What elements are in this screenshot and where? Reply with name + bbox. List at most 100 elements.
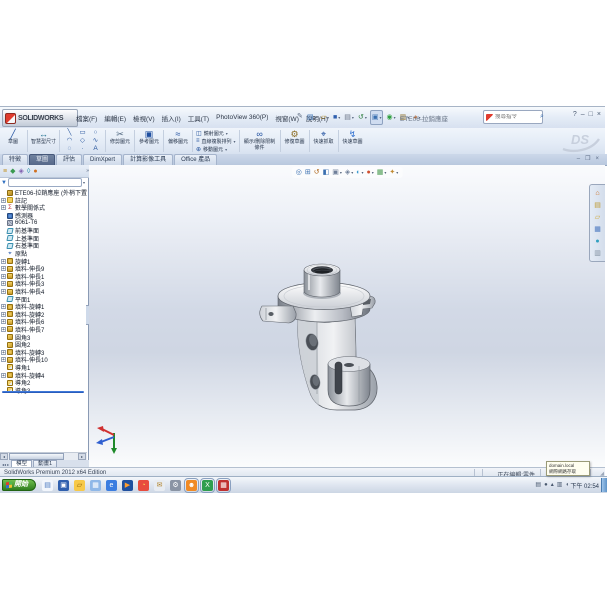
tree-item-右基準面[interactable]: 右基準面	[1, 242, 87, 250]
close-icon[interactable]: ×	[597, 111, 601, 119]
tree-item-填料-旋轉1[interactable]: +填料-旋轉1	[1, 303, 87, 311]
show-desktop-button[interactable]	[601, 478, 607, 492]
offset-entities-button[interactable]: ≈偏移圖元	[165, 128, 191, 154]
rebuild-button[interactable]: ◉▾	[385, 111, 396, 124]
line-tool-icon[interactable]: ╲	[63, 129, 76, 137]
settings-taskbar-icon[interactable]: ⚙	[170, 480, 181, 491]
view-orientation-button[interactable]: ▣▾	[332, 168, 342, 177]
messenger-taskbar-icon[interactable]: ☻	[186, 480, 197, 491]
appearances-scenes-tab-icon[interactable]: ●	[595, 237, 599, 246]
save-button[interactable]: ■▾	[332, 111, 341, 124]
tree-item-填料-伸長6[interactable]: +填料-伸長6	[1, 318, 87, 326]
maximize-icon[interactable]: □	[589, 111, 593, 119]
tab-草圖[interactable]: 草圖	[29, 154, 55, 165]
tab-特徵[interactable]: 特徵	[2, 154, 28, 165]
expand-icon[interactable]: +	[1, 319, 6, 324]
doc-close-icon[interactable]: ×	[595, 155, 599, 163]
solidworks-running-taskbar-icon[interactable]: ▦	[218, 480, 229, 491]
tree-item-上基準面[interactable]: 上基準面	[1, 235, 87, 243]
menu-item-0[interactable]: 檔案(F)	[76, 113, 97, 123]
view-settings-button[interactable]: ✦▾	[389, 168, 398, 177]
search-icon[interactable]: ⌕	[540, 113, 544, 121]
tree-item-前基準面[interactable]: 前基準面	[1, 227, 87, 235]
move-entities-button[interactable]: ⊕移動圖元▾	[196, 146, 236, 153]
expand-icon[interactable]: +	[1, 350, 6, 355]
chrome-taskbar-icon[interactable]: ◔	[138, 480, 149, 491]
quick-snaps-button[interactable]: ⌖快速抓取	[311, 128, 337, 154]
tab-計算影像工具[interactable]: 計算影像工具	[123, 154, 173, 165]
circle-tool-icon[interactable]: ○	[89, 129, 102, 137]
print-button[interactable]: ▤▾	[343, 111, 355, 124]
tree-item-導角2[interactable]: 導角2	[1, 379, 87, 387]
point-tool-icon[interactable]: ·	[76, 145, 89, 153]
convert-entities-button[interactable]: ▣參考圖元	[136, 128, 162, 154]
tree-item-原點[interactable]: ⌖原點	[1, 250, 87, 258]
zoom-area-button[interactable]: ⊞	[305, 168, 311, 177]
tree-item-導角1[interactable]: 導角1	[1, 364, 87, 372]
apply-scene-button[interactable]: ▦▾	[377, 168, 387, 177]
expand-icon[interactable]: +	[1, 357, 6, 362]
repair-sketch-button[interactable]: ⚙修復草圖	[282, 128, 308, 154]
my-computer-taskbar-icon[interactable]: ▣	[58, 480, 69, 491]
doc-minimize-icon[interactable]: ‒	[577, 155, 580, 163]
solidworks-resources-tab-icon[interactable]: ⌂	[595, 189, 599, 198]
tree-item-填料-旋轉3[interactable]: +填料-旋轉3	[1, 348, 87, 356]
view-palette-tab-icon[interactable]: ▦	[594, 225, 601, 234]
minimize-icon[interactable]: ‒	[581, 111, 585, 119]
text-tool-icon[interactable]: A	[89, 145, 102, 153]
hide-show-items-button[interactable]: ◐▾	[356, 168, 363, 177]
menu-item-5[interactable]: PhotoView 360(P)	[216, 114, 268, 121]
section-view-button[interactable]: ◧	[323, 168, 330, 177]
spreadsheet-taskbar-icon[interactable]: X	[202, 480, 213, 491]
linear-sketch-pattern-button[interactable]: ≡直線複製排列▾	[196, 138, 236, 145]
expand-icon[interactable]: +	[1, 327, 6, 332]
hidden-icons-tray-icon[interactable]: ▴	[551, 481, 554, 489]
tree-item-旋轉1[interactable]: +旋轉1	[1, 257, 87, 265]
filter-caret-icon[interactable]: ▾	[83, 180, 85, 185]
tree-item-填料-伸長7[interactable]: +填料-伸長7	[1, 326, 87, 334]
start-button[interactable]: 開始	[2, 479, 36, 491]
previous-view-button[interactable]: ↺	[314, 168, 320, 177]
expand-icon[interactable]: +	[1, 281, 6, 286]
expand-icon[interactable]: +	[1, 274, 6, 279]
folder-taskbar-icon[interactable]: ▱	[74, 480, 85, 491]
arc-tool-icon[interactable]: ◠	[63, 137, 76, 145]
tree-item-填料-伸長9[interactable]: +填料-伸長9	[1, 265, 87, 273]
part-model[interactable]	[259, 244, 409, 412]
tree-item-圓角3[interactable]: 圓角3	[1, 333, 87, 341]
rapid-sketch-button[interactable]: ↯快速草圖	[340, 128, 366, 154]
scroll-right-icon[interactable]: ▸	[78, 453, 86, 460]
expand-icon[interactable]: +	[1, 312, 6, 317]
tree-item-註記[interactable]: +註記	[1, 197, 87, 205]
media-player-taskbar-icon[interactable]: ▶	[122, 480, 133, 491]
help-icon[interactable]: ?	[573, 111, 577, 119]
pictures-taskbar-icon[interactable]: ▦	[90, 480, 101, 491]
tree-item-填料-伸長4[interactable]: +填料-伸長4	[1, 288, 87, 296]
tab-Office 產品[interactable]: Office 產品	[174, 154, 217, 165]
expand-icon[interactable]: +	[1, 289, 6, 294]
smart-dimension-button[interactable]: ↔智慧型尺寸	[29, 128, 58, 154]
search-input[interactable]	[495, 114, 525, 120]
tree-item-6061-T6[interactable]: 6061-T6	[1, 219, 87, 227]
tree-item-填料-伸長3[interactable]: +填料-伸長3	[1, 280, 87, 288]
filter-input[interactable]	[8, 178, 82, 187]
spline-tool-icon[interactable]: ∿	[89, 137, 102, 145]
internet-explorer-taskbar-icon[interactable]: e	[106, 480, 117, 491]
menu-item-1[interactable]: 編輯(E)	[104, 113, 126, 123]
menu-item-3[interactable]: 插入(I)	[162, 113, 181, 123]
tab-scroll-icons[interactable]: ◂◂ ▸	[2, 462, 9, 467]
tree-item-平面1[interactable]: 平面1	[1, 295, 87, 303]
configurationmanager-tab-icon[interactable]: ◈	[18, 167, 23, 176]
displaymanager-tab-icon[interactable]: ●	[33, 167, 37, 176]
display-delete-relations-button[interactable]: ∞顯示/刪除限制條件	[241, 128, 279, 154]
file-explorer-tab-icon[interactable]: ▱	[595, 213, 600, 222]
expand-icon[interactable]: +	[1, 259, 6, 264]
pin-icon[interactable]: ✎	[297, 112, 303, 120]
dimxpertmanager-tab-icon[interactable]: ◊	[27, 167, 30, 176]
menu-item-2[interactable]: 檢視(V)	[133, 113, 155, 123]
tree-item-填料-伸長1[interactable]: +填料-伸長1	[1, 273, 87, 281]
mail-taskbar-icon[interactable]: ✉	[154, 480, 165, 491]
selection-filter-button[interactable]: ▣▾	[370, 110, 384, 125]
document-taskbar-icon[interactable]: ▤	[42, 480, 53, 491]
tree-item-填料-旋轉4[interactable]: +填料-旋轉4	[1, 371, 87, 379]
